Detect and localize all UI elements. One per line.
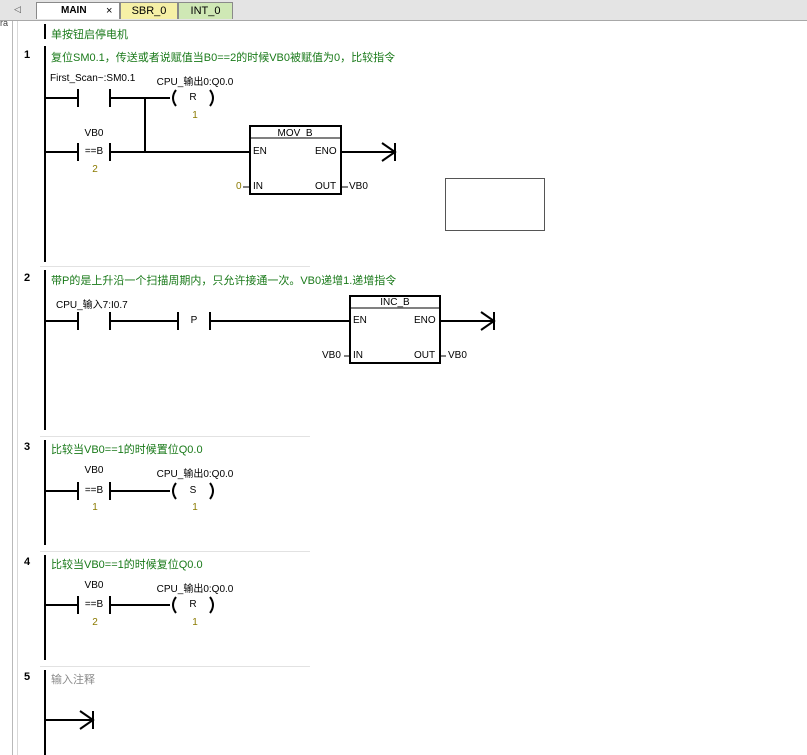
inc-b-eno-pin: ENO [414, 315, 436, 326]
compare-operator: ==B [84, 146, 104, 157]
compare-param[interactable]: 1 [92, 502, 98, 513]
mov-b-box-title[interactable]: MOV_B [277, 128, 312, 139]
compare-operator: ==B [84, 599, 104, 610]
compare-param[interactable]: 2 [92, 164, 98, 175]
mov-b-out-value[interactable]: VB0 [349, 181, 368, 192]
mov-b-in-pin: IN [253, 181, 263, 192]
compare-contact-label[interactable]: VB0 [85, 465, 104, 476]
mov-b-en-pin: EN [253, 146, 267, 157]
compare-param[interactable]: 2 [92, 617, 98, 628]
coil-q0-0-label[interactable]: CPU_输出0:Q0.0 [157, 465, 234, 480]
contact-first-scan-label[interactable]: First_Scan~:SM0.1 [50, 73, 135, 84]
coil-type-reset: R [189, 599, 197, 610]
inc-b-in-pin: IN [353, 350, 363, 361]
inc-b-en-pin: EN [353, 315, 367, 326]
coil-param[interactable]: 1 [192, 617, 198, 628]
mov-b-eno-pin: ENO [315, 146, 337, 157]
mov-b-in-value[interactable]: 0 [236, 181, 242, 192]
coil-type-reset: R [189, 92, 197, 103]
contact-input-i0-7-label[interactable]: CPU_输入7:I0.7 [56, 296, 128, 311]
empty-element-box[interactable] [445, 178, 545, 231]
coil-q0-0-label[interactable]: CPU_输出0:Q0.0 [157, 580, 234, 595]
positive-transition-contact[interactable]: P [191, 315, 198, 326]
inc-b-out-pin: OUT [414, 350, 436, 361]
ladder-diagram [45, 89, 496, 730]
inc-b-box-title[interactable]: INC_B [380, 297, 409, 308]
coil-param[interactable]: 1 [192, 502, 198, 513]
coil-param[interactable]: 1 [192, 110, 198, 121]
mov-b-out-pin: OUT [315, 181, 337, 192]
compare-operator: ==B [84, 485, 104, 496]
coil-q0-0-label[interactable]: CPU_输出0:Q0.0 [157, 73, 234, 88]
inc-b-in-value[interactable]: VB0 [322, 350, 341, 361]
coil-type-set: S [189, 485, 197, 496]
compare-contact-label[interactable]: VB0 [85, 128, 104, 139]
inc-b-out-value[interactable]: VB0 [448, 350, 467, 361]
compare-contact-label[interactable]: VB0 [85, 580, 104, 591]
